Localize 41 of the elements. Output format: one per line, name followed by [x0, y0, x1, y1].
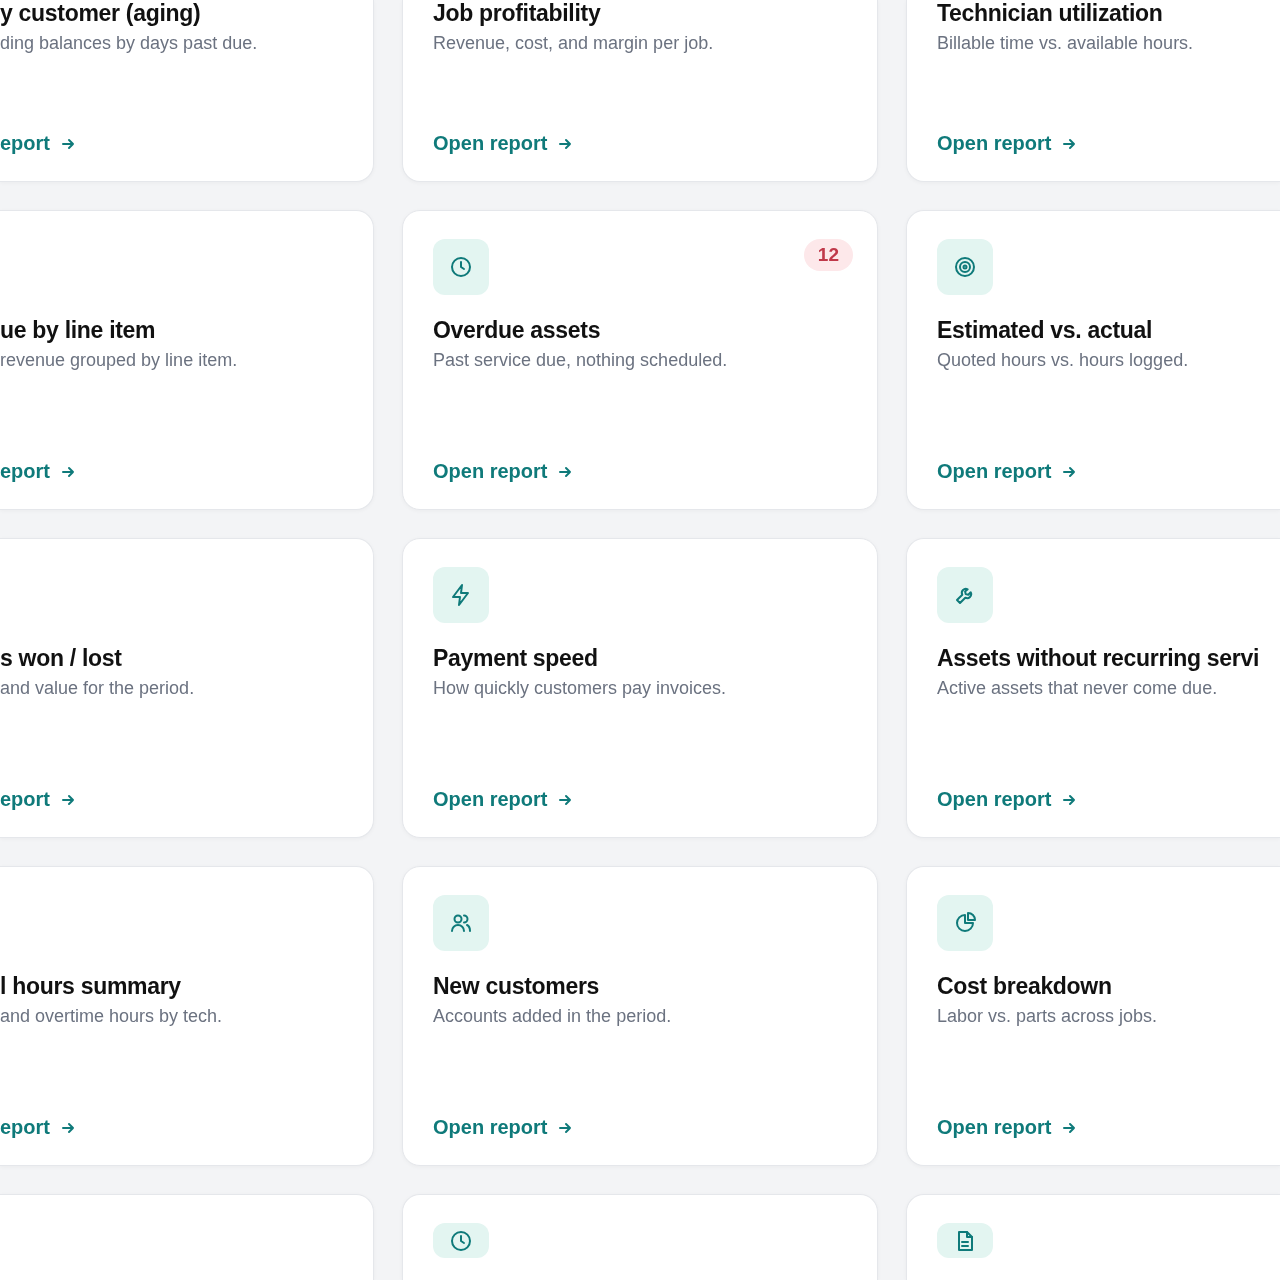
card-title: Technician utilization	[937, 0, 1163, 27]
target-icon	[953, 255, 977, 279]
card-title: Estimated vs. actual	[937, 317, 1153, 344]
card-description: revenue grouped by line item.	[0, 350, 238, 371]
pie-chart-icon	[953, 911, 977, 935]
card-title: Assets without recurring servi	[937, 645, 1260, 672]
open-report-link[interactable]: Open report	[937, 788, 1078, 811]
open-report-link[interactable]: Open report	[937, 1116, 1078, 1139]
open-report-link[interactable]: Open report	[433, 788, 574, 811]
count-badge: 12	[803, 239, 853, 271]
open-report-link[interactable]: Open report	[937, 460, 1078, 483]
card-description: Labor vs. parts across jobs.	[937, 1006, 1158, 1027]
clock-icon	[449, 255, 473, 279]
card-title: New customers	[433, 973, 600, 1000]
open-report-link[interactable]: Open report	[433, 1116, 574, 1139]
open-report-link[interactable]: eport	[0, 132, 76, 155]
card-title: ue by line item	[0, 317, 156, 344]
card-title: y customer (aging)	[0, 0, 201, 27]
card-title: Job profitability	[433, 0, 601, 27]
open-report-link[interactable]: Open report	[937, 132, 1078, 155]
card-description: ding balances by days past due.	[0, 33, 258, 54]
card-title: Cost breakdown	[937, 973, 1112, 1000]
card-description: Past service due, nothing scheduled.	[433, 350, 728, 371]
card-title: l hours summary	[0, 973, 181, 1000]
card-description: and value for the period.	[0, 678, 195, 699]
card-description: Quoted hours vs. hours logged.	[937, 350, 1189, 371]
card-description: How quickly customers pay invoices.	[433, 678, 727, 699]
card-description: Active assets that never come due.	[937, 678, 1218, 699]
card-title: s won / lost	[0, 645, 122, 672]
card-description: Accounts added in the period.	[433, 1006, 672, 1027]
card-description: Revenue, cost, and margin per job.	[433, 33, 714, 54]
card-title: Payment speed	[433, 645, 598, 672]
open-report-link[interactable]: eport	[0, 1116, 76, 1139]
open-report-link[interactable]: eport	[0, 460, 76, 483]
card-title: Overdue assets	[433, 317, 601, 344]
open-report-link[interactable]: Open report	[433, 132, 574, 155]
open-report-link[interactable]: eport	[0, 788, 76, 811]
open-report-link[interactable]: Open report	[433, 460, 574, 483]
card-description: Billable time vs. available hours.	[937, 33, 1194, 54]
clock-icon	[449, 1228, 473, 1253]
card-description: and overtime hours by tech.	[0, 1006, 223, 1027]
